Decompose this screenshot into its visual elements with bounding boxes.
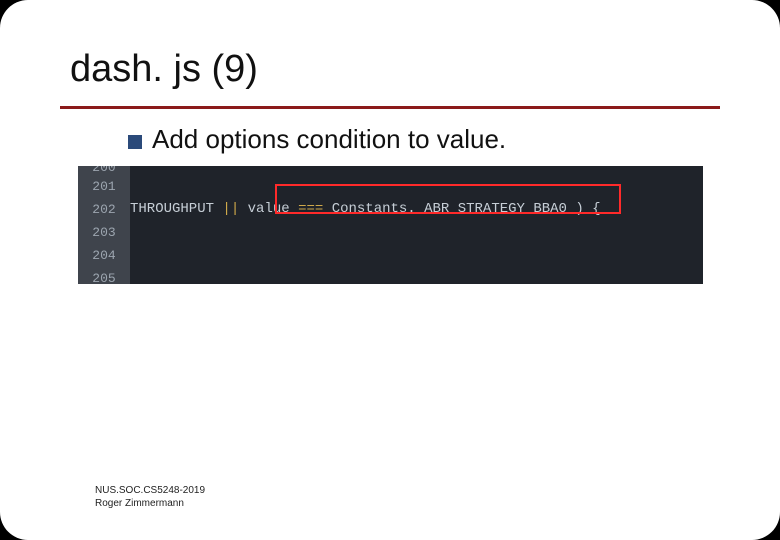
line-number: 204	[78, 245, 130, 268]
bullet-text: Add options condition to value.	[152, 124, 506, 155]
line-number: 200	[78, 166, 130, 176]
code-body: THROUGHPUT || value === Constants. ABR_S…	[130, 166, 703, 284]
slide-footer: NUS.SOC.CS5248-2019 Roger Zimmermann	[95, 484, 205, 510]
line-number: 203	[78, 222, 130, 245]
bullet-row: Add options condition to value.	[128, 124, 506, 155]
line-number: 201	[78, 176, 130, 199]
line-number-gutter: 200 201 202 203 204 205	[78, 166, 130, 284]
slide-title: dash. js (9)	[70, 48, 258, 91]
square-bullet-icon	[128, 135, 142, 149]
line-number: 202	[78, 199, 130, 222]
code-token: THROUGHPUT	[130, 201, 214, 217]
title-underline	[60, 106, 720, 109]
line-number: 205	[78, 268, 130, 284]
footer-line-1: NUS.SOC.CS5248-2019	[95, 484, 205, 497]
slide: dash. js (9) Add options condition to va…	[0, 0, 780, 540]
code-token: ) {	[575, 201, 600, 217]
footer-line-2: Roger Zimmermann	[95, 497, 205, 510]
code-editor-snippet: 200 201 202 203 204 205 THROUGHPUT || va…	[78, 166, 703, 284]
code-token: Constants. ABR_STRATEGY_BBA0	[332, 201, 567, 217]
code-line-202: THROUGHPUT || value === Constants. ABR_S…	[130, 198, 601, 220]
code-token: value	[248, 201, 290, 217]
code-token: ===	[298, 201, 323, 217]
code-token: ||	[222, 201, 239, 217]
